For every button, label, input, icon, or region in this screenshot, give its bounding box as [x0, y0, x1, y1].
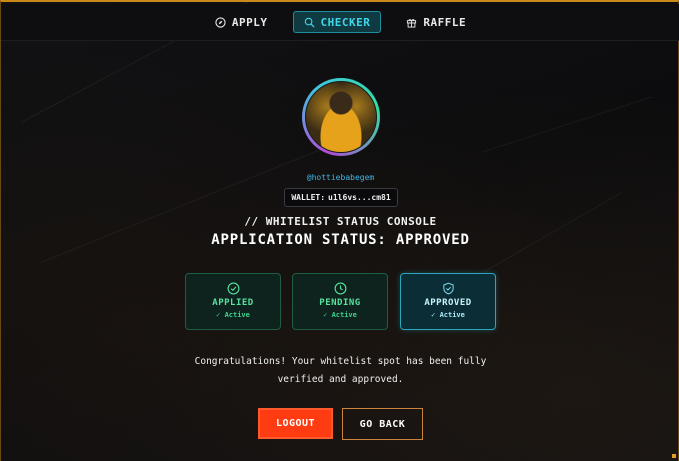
step-label: APPLIED	[212, 298, 254, 308]
user-handle[interactable]: @hottiebabegem	[1, 173, 679, 182]
nav-raffle[interactable]: RAFFLE	[395, 11, 477, 33]
step-label: APPROVED	[424, 298, 472, 308]
status-message: Congratulations! Your whitelist spot has…	[1, 353, 679, 389]
clock-icon	[334, 282, 346, 295]
nav-apply[interactable]: APPLY	[204, 11, 279, 33]
avatar	[305, 81, 377, 153]
go-back-button[interactable]: GO BACK	[342, 408, 423, 440]
wallet-address: u1l6vs...cm81	[328, 193, 391, 202]
status-message-line1: Congratulations! Your whitelist spot has…	[194, 356, 487, 367]
search-icon	[304, 17, 315, 28]
shield-check-icon	[442, 282, 454, 295]
step-card-pending: PENDING ✓ Active	[292, 273, 388, 330]
app-frame: APPLY CHECKER RAFFLE @hottiebabegem WALL…	[0, 0, 679, 461]
top-nav: APPLY CHECKER RAFFLE	[1, 4, 679, 41]
step-state: ✓ Active	[431, 311, 465, 319]
status-message-line2: verified and approved.	[277, 374, 404, 385]
nav-checker-label: CHECKER	[320, 15, 371, 29]
step-card-approved: APPROVED ✓ Active	[400, 273, 496, 330]
nav-apply-label: APPLY	[231, 15, 268, 29]
nav-raffle-label: RAFFLE	[423, 15, 467, 29]
wallet-label: WALLET:	[291, 193, 326, 202]
gift-icon	[407, 18, 417, 28]
step-state: ✓ Active	[216, 311, 250, 319]
avatar-ring	[302, 78, 380, 156]
check-circle-icon	[227, 282, 239, 295]
background-streak	[480, 96, 653, 153]
nav-checker[interactable]: CHECKER	[292, 11, 382, 33]
step-label: PENDING	[319, 298, 361, 308]
logout-button[interactable]: LOGOUT	[258, 408, 333, 439]
corner-marker	[672, 454, 676, 458]
console-title: // WHITELIST STATUS CONSOLE	[244, 215, 437, 228]
wallet-badge: WALLET: u1l6vs...cm81	[284, 188, 398, 207]
compass-icon	[215, 16, 226, 28]
application-status: APPLICATION STATUS: APPROVED	[211, 232, 470, 248]
step-state: ✓ Active	[323, 311, 357, 319]
step-card-applied: APPLIED ✓ Active	[185, 273, 281, 330]
